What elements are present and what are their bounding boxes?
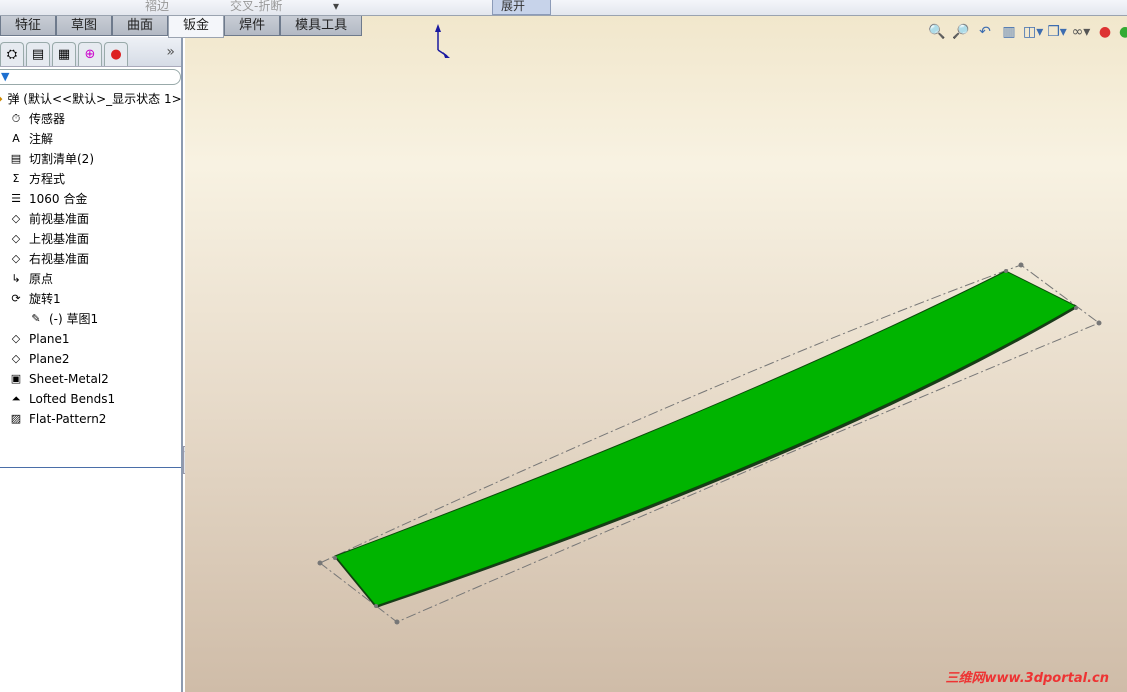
tree-item-label: 传感器 (29, 112, 66, 126)
hem-button[interactable]: 褶边 (145, 0, 169, 15)
feature-manager-panel: ⛭ ▤ ▦ ⊕ ● » ▼ ◆ 弹 (默认<<默认>_显示状态 1> ⏱ 传感器 A注… (0, 37, 183, 692)
tree-item-label: Plane1 (29, 332, 70, 346)
plane-icon: ◇ (11, 352, 21, 365)
feature-tree: ◆ 弹 (默认<<默认>_显示状态 1> ⏱ 传感器 A 注解 ▤ 切割清单(2) Σ 方程式 ☰… (0, 89, 182, 429)
tree-item[interactable]: ✎ (-) 草图1 (0, 309, 181, 329)
plane-icon: ◇ (11, 332, 21, 345)
tree-item-label: 1060 合金 (29, 192, 88, 206)
tree-item[interactable]: ↳ 原点 (0, 269, 181, 289)
triad-icon (435, 24, 450, 58)
feature-tree-tab-icon[interactable]: ⛭ (0, 42, 24, 66)
sketch-icon: ✎ (31, 312, 41, 325)
tree-item-label: 旋转1 (29, 292, 61, 306)
watermark: 三维网www.3dportal.cn (945, 671, 1109, 686)
display-tab-icon[interactable]: ● (104, 42, 128, 66)
dimxpert-tab-icon[interactable]: ⊕ (78, 42, 102, 66)
sheet-metal-icon: ▣ (10, 372, 22, 385)
tab-2[interactable]: 曲面 (112, 16, 169, 36)
tree-item[interactable]: ▨ Flat-Pattern2 (0, 409, 181, 429)
tab-5[interactable]: 模具工具 (280, 16, 363, 36)
material-icon: ☰ (11, 192, 21, 205)
filter-input[interactable]: ▼ (0, 69, 181, 85)
tree-item[interactable]: ▣ Sheet-Metal2 (0, 369, 181, 389)
part-icon: ◆ (0, 91, 2, 107)
plane-icon: ◇ (11, 232, 21, 245)
annotation-icon: A (12, 132, 20, 145)
tab-1[interactable]: 草图 (56, 16, 113, 36)
graphics-viewport[interactable]: 🔍 🔎 ↶ ▥ ◫▾ ❒▾ ∞▾ ● ● 三维网www.3dportal.cn (185, 16, 1127, 692)
tree-item[interactable]: ⏱ 传感器 (0, 109, 181, 129)
sensor-icon: ⏱ (11, 112, 21, 125)
configuration-tab-icon[interactable]: ▦ (52, 42, 76, 66)
tree-item-label: Plane2 (29, 352, 70, 366)
flat-pattern-icon: ▨ (10, 412, 22, 425)
tree-item-label: 右视基准面 (29, 252, 90, 266)
sheet-metal-body[interactable] (334, 270, 1078, 607)
tree-item-label: 切割清单(2) (29, 152, 94, 166)
tab-4[interactable]: 焊件 (224, 16, 281, 36)
tree-item-label: 注解 (29, 132, 54, 146)
command-toolbar: 褶边 交叉-折断 ▾ 展开 (0, 0, 1127, 16)
tree-item[interactable]: ⟳ 旋转1 (0, 289, 181, 309)
tree-item-label: (-) 草图1 (49, 312, 99, 326)
tree-item-label: Flat-Pattern2 (29, 412, 107, 426)
dropdown-arrow-icon[interactable]: ▾ (333, 0, 339, 15)
origin-icon: ↳ (11, 272, 21, 285)
tree-item-label: 原点 (29, 272, 54, 286)
tree-item[interactable]: ◇ 上视基准面 (0, 229, 181, 249)
lofted-bends-icon: ⏶ (11, 392, 21, 405)
tree-item[interactable]: ▤ 切割清单(2) (0, 149, 181, 169)
expand-more-button[interactable]: » (166, 44, 175, 60)
tab-0[interactable]: 特征 (0, 16, 57, 36)
model-canvas (317, 24, 1102, 625)
tree-item[interactable]: ◇ Plane2 (0, 349, 181, 369)
tree-item-label: 上视基准面 (29, 232, 90, 246)
tree-item[interactable]: Σ 方程式 (0, 169, 181, 189)
filter-icon: ▼ (1, 70, 10, 83)
tree-item-label: 前视基准面 (29, 212, 90, 226)
tree-item[interactable]: ◇ 右视基准面 (0, 249, 181, 269)
cut-list-icon: ▤ (10, 152, 22, 165)
command-tabs: 特征 草图 曲面 钣金 焊件 模具工具 (0, 16, 363, 38)
cross-break-button[interactable]: 交叉-折断 (230, 0, 282, 15)
equation-icon: Σ (12, 172, 20, 185)
tree-item[interactable]: ◇ Plane1 (0, 329, 181, 349)
tree-item[interactable]: A 注解 (0, 129, 181, 149)
property-manager-tab-icon[interactable]: ▤ (26, 42, 50, 66)
tree-item-label: Sheet-Metal2 (29, 372, 109, 386)
tab-3[interactable]: 钣金 (168, 16, 225, 38)
unfold-button[interactable]: 展开 (492, 0, 551, 15)
plane-icon: ◇ (11, 212, 21, 225)
tree-item[interactable]: ⏶ Lofted Bends1 (0, 389, 181, 409)
tree-item[interactable]: ☰ 1060 合金 (0, 189, 181, 209)
tree-root[interactable]: ◆ 弹 (默认<<默认>_显示状态 1> (0, 89, 182, 109)
revolve-icon: ⟳ (11, 292, 21, 305)
plane-icon: ◇ (11, 252, 21, 265)
tree-item-label: Lofted Bends1 (29, 392, 116, 406)
tree-root-label: 弹 (默认<<默认>_显示状态 1> (7, 92, 182, 106)
tree-end-divider (0, 467, 181, 468)
tree-item-label: 方程式 (29, 172, 66, 186)
tree-item[interactable]: ◇ 前视基准面 (0, 209, 181, 229)
